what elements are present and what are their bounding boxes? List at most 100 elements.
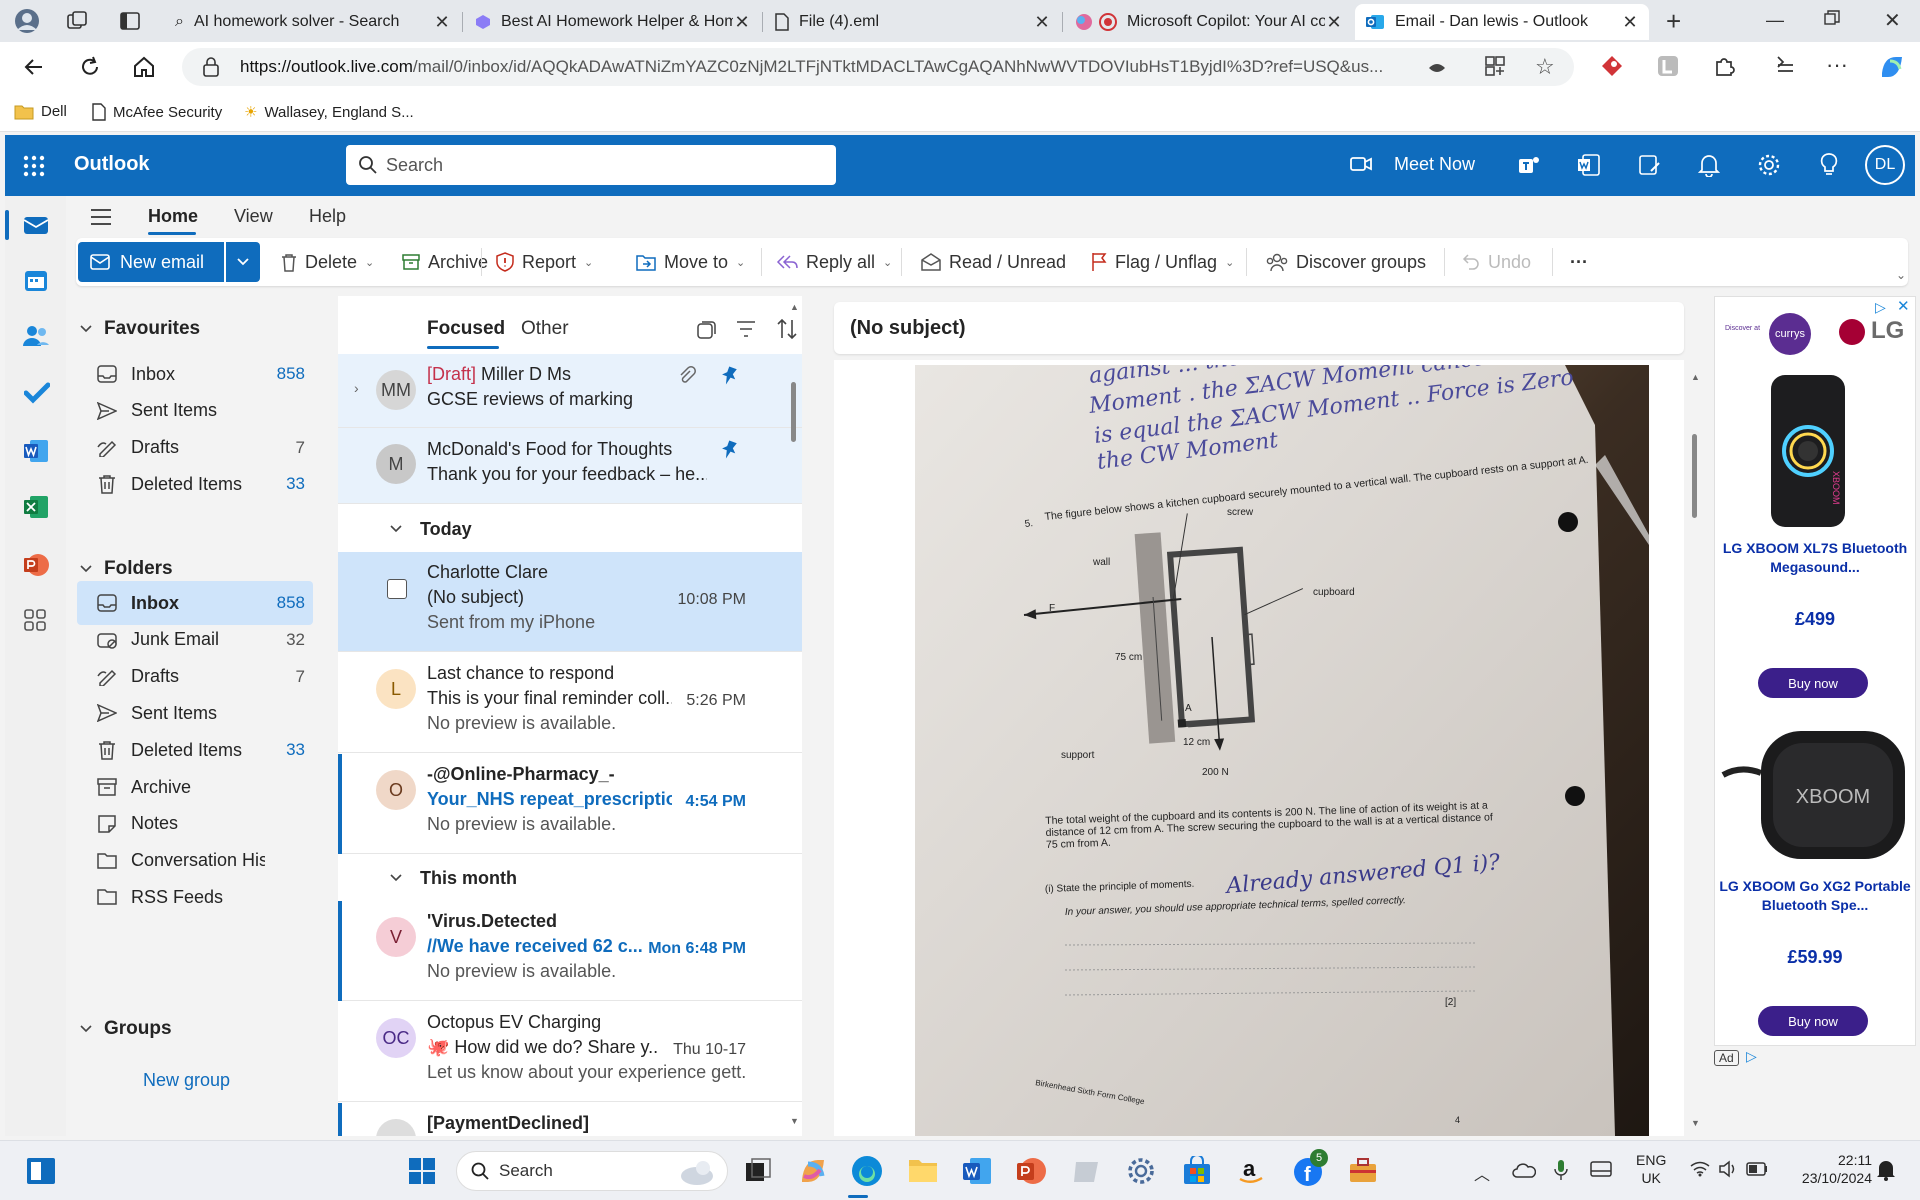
new-email-button[interactable]: New email [78, 242, 224, 282]
people-icon[interactable] [23, 324, 49, 348]
tab-homework-helper[interactable]: Best AI Homework Helper & Hom ✕ [465, 4, 761, 40]
buy-now-button[interactable]: Buy now [1758, 1006, 1868, 1036]
powerpoint-icon[interactable] [23, 552, 49, 578]
tab-search[interactable]: ⌕ AI homework solver - Search ✕ [165, 4, 461, 40]
folder-item[interactable]: RSS Feeds [77, 875, 313, 919]
adchoices-icon[interactable]: ▷ [1875, 299, 1886, 316]
group-header-today[interactable]: Today [338, 506, 802, 552]
copilot-sidebar-icon[interactable] [1878, 53, 1906, 81]
app-launcher-icon[interactable] [23, 155, 45, 177]
store-icon[interactable] [1182, 1156, 1212, 1186]
close-tab-icon[interactable]: ✕ [433, 12, 451, 33]
tab-eml-file[interactable]: File (4).eml ✕ [765, 4, 1061, 40]
adchoices-icon[interactable]: ▷ [1746, 1048, 1757, 1065]
mail-icon[interactable] [23, 212, 49, 238]
flag-button[interactable]: Flag / Unflag ⌄ [1091, 238, 1234, 286]
extension-grey-icon[interactable] [1656, 54, 1680, 78]
search-input[interactable]: Search [346, 145, 836, 185]
ad-product-title[interactable]: LG XBOOM Go XG2 Portable Bluetooth Spe..… [1715, 877, 1915, 915]
settings-taskbar-icon[interactable] [1126, 1156, 1156, 1186]
more-menu-icon[interactable]: ··· [1826, 52, 1848, 78]
message-item-unread[interactable]: O -@Online-Pharmacy_- Your_NHS repeat_pr… [338, 754, 802, 854]
attached-photo[interactable]: against ... the ΣACW ... Moment . the ΣA… [915, 365, 1649, 1136]
restore-icon[interactable] [1824, 10, 1840, 26]
select-mode-icon[interactable] [696, 320, 716, 340]
message-item-pinned[interactable]: M McDonald's Food for Thoughts Thank you… [338, 428, 802, 504]
account-avatar[interactable]: DL [1865, 145, 1905, 185]
scroll-down-icon[interactable]: ▼ [1691, 1118, 1700, 1128]
tab-actions-icon[interactable] [120, 11, 140, 31]
scroll-down-icon[interactable]: ▼ [790, 1116, 799, 1126]
show-hidden-icons[interactable]: ︿ [1474, 1161, 1490, 1185]
taskbar-search[interactable]: Search [456, 1151, 728, 1191]
delete-button[interactable]: Delete ⌄ [281, 238, 374, 286]
close-window-icon[interactable]: ✕ [1884, 8, 1901, 33]
new-tab-icon[interactable]: + [1666, 6, 1681, 37]
powerpoint-taskbar-icon[interactable] [1016, 1156, 1046, 1186]
fav-dell[interactable]: Dell [14, 103, 67, 120]
calendar-icon[interactable] [24, 268, 48, 292]
tab-focused[interactable]: Focused [427, 318, 505, 340]
onedrive-icon[interactable] [1512, 1161, 1536, 1179]
new-email-dropdown[interactable] [226, 242, 260, 282]
tab-help[interactable]: Help [309, 206, 346, 227]
folder-item[interactable]: Deleted Items 33 [77, 462, 313, 506]
amazon-icon[interactable]: a [1236, 1155, 1266, 1185]
extension-red-icon[interactable] [1600, 54, 1624, 78]
message-item-selected[interactable]: Charlotte Clare (No subject) Sent from m… [338, 552, 802, 652]
pin-icon[interactable] [720, 366, 738, 386]
undo-button[interactable]: Undo [1462, 238, 1531, 286]
app-title[interactable]: Outlook [74, 153, 150, 176]
tab-outlook[interactable]: Email - Dan lewis - Outlook ✕ [1355, 4, 1649, 40]
ad-product-title[interactable]: LG XBOOM XL7S Bluetooth Megasound... [1715, 539, 1915, 577]
word-icon[interactable] [23, 438, 49, 464]
display-icon[interactable] [1590, 1161, 1612, 1179]
tab-view[interactable]: View [234, 206, 273, 227]
reply-all-button[interactable]: Reply all ⌄ [776, 238, 892, 286]
message-item-pinned[interactable]: › MM [Draft] Miller D Ms GCSE reviews of… [338, 354, 802, 428]
message-list-scrollbar[interactable]: ▲ ▼ [790, 296, 799, 1136]
edge-icon[interactable] [850, 1154, 884, 1188]
minimize-icon[interactable]: — [1766, 10, 1784, 31]
scroll-up-icon[interactable]: ▲ [790, 302, 799, 312]
widgets-icon[interactable] [26, 1157, 56, 1185]
profile-icon[interactable] [12, 8, 42, 34]
teams-icon[interactable] [1517, 153, 1541, 177]
bell-icon[interactable] [1698, 153, 1720, 177]
move-to-button[interactable]: Move to ⌄ [636, 238, 745, 286]
close-ad-icon[interactable]: ✕ [1897, 297, 1910, 315]
briefcase-icon[interactable] [1348, 1156, 1378, 1184]
onenote-feed-icon[interactable] [1637, 153, 1661, 177]
folders-header[interactable]: Folders [80, 558, 173, 580]
buy-now-button[interactable]: Buy now [1758, 668, 1868, 698]
tracking-icon[interactable] [1428, 59, 1446, 77]
filter-icon[interactable] [736, 320, 756, 338]
message-item[interactable]: L Last chance to respond This is your fi… [338, 653, 802, 753]
fav-mcafee[interactable]: McAfee Security [92, 103, 222, 121]
microphone-icon[interactable] [1554, 1159, 1568, 1181]
chevron-right-icon[interactable]: › [354, 380, 359, 396]
tips-lightbulb-icon[interactable] [1819, 152, 1839, 178]
meet-now-button[interactable]: Meet Now [1394, 154, 1475, 175]
settings-gear-icon[interactable] [1757, 153, 1781, 177]
task-view-icon[interactable] [744, 1157, 772, 1185]
read-unread-button[interactable]: Read / Unread [921, 238, 1066, 286]
volume-icon[interactable] [1718, 1160, 1738, 1178]
scroll-up-icon[interactable]: ▲ [1691, 372, 1700, 382]
message-item-unread[interactable]: [PaymentDeclined] [338, 1103, 802, 1136]
scroll-thumb[interactable] [1692, 434, 1697, 518]
close-tab-icon[interactable]: ✕ [1325, 12, 1343, 33]
wifi-icon[interactable] [1690, 1161, 1710, 1177]
speaker-xg2-image[interactable]: XBOOM [1721, 725, 1911, 865]
tab-other[interactable]: Other [521, 318, 569, 340]
app-icon[interactable] [1072, 1158, 1102, 1184]
group-header-this-month[interactable]: This month [338, 855, 802, 901]
close-tab-icon[interactable]: ✕ [733, 12, 751, 33]
more-apps-icon[interactable] [23, 608, 47, 632]
language-indicator[interactable]: ENG UK [1636, 1151, 1666, 1187]
discover-groups-button[interactable]: Discover groups [1266, 238, 1426, 286]
report-button[interactable]: Report ⌄ [496, 238, 593, 286]
archive-button[interactable]: Archive [402, 238, 488, 286]
todo-icon[interactable] [24, 382, 50, 404]
word-header-icon[interactable] [1577, 153, 1601, 177]
